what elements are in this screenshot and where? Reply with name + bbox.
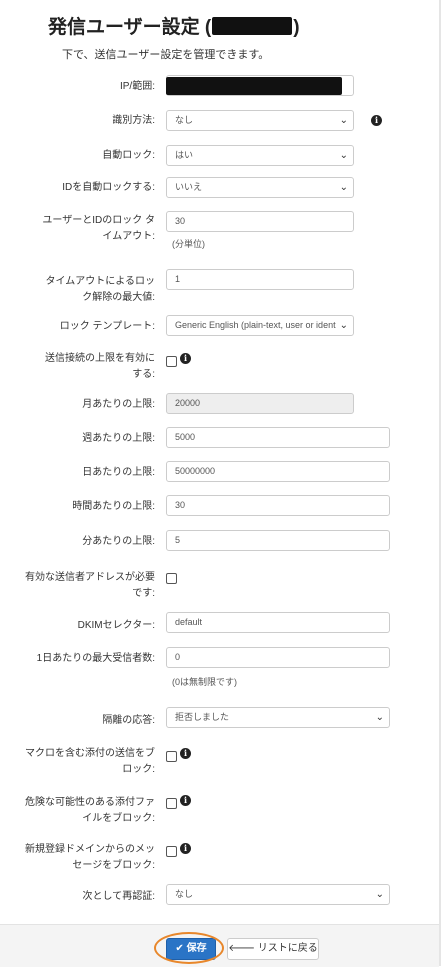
id-autolock-select[interactable]: いいえ ⌄ <box>166 177 354 198</box>
enable-limit-label-1: 送信接続の上限を有効に <box>45 353 155 364</box>
lock-timeout-hint: (分単位) <box>172 239 205 249</box>
id-autolock-value: いいえ <box>175 182 203 192</box>
daily-limit-label: 日あたりの上限: <box>82 467 155 478</box>
highlight-ring <box>154 932 224 964</box>
daily-limit-input[interactable]: 50000000 <box>166 461 390 482</box>
lock-template-select[interactable]: Generic English (plain-text, user or ide… <box>166 315 354 336</box>
unlock-max-input[interactable]: 1 <box>166 269 354 290</box>
valid-sender-checkbox[interactable] <box>166 573 177 584</box>
newdomain-block-checkbox[interactable] <box>166 846 177 857</box>
danger-block-checkbox[interactable] <box>166 798 177 809</box>
monthly-limit-input[interactable]: 20000 <box>166 393 354 414</box>
hourly-limit-input[interactable]: 30 <box>166 495 390 516</box>
enable-limit-checkbox[interactable] <box>166 356 177 367</box>
identify-label: 識別方法: <box>112 115 155 126</box>
unlock-max-label-2: ク解除の最大値: <box>82 292 155 303</box>
max-recipients-hint: (0は無制限です) <box>172 677 237 687</box>
info-icon[interactable]: i <box>180 795 191 806</box>
quarantine-response-select[interactable]: 拒否しました ⌄ <box>166 707 390 728</box>
max-recipients-label: 1日あたりの最大受信者数: <box>36 653 155 664</box>
monthly-limit-label: 月あたりの上限: <box>82 399 155 410</box>
danger-block-label-2: イルをブロック: <box>82 813 155 824</box>
autolock-label: 自動ロック: <box>102 150 155 161</box>
settings-panel: 発信ユーザー設定 () 下で、送信ユーザー設定を管理できます。 IP/範囲: 識… <box>0 0 441 967</box>
identify-method-select[interactable]: なし ⌄ <box>166 110 354 131</box>
identify-method-value: なし <box>175 115 194 125</box>
redacted-ip-value <box>166 77 342 95</box>
lock-template-label: ロック テンプレート: <box>59 321 155 332</box>
chevron-down-icon: ⌄ <box>339 150 348 161</box>
chevron-down-icon: ⌄ <box>375 889 384 900</box>
chevron-down-icon: ⌄ <box>375 712 384 723</box>
info-icon[interactable]: i <box>180 843 191 854</box>
back-to-list-button[interactable]: 🡐 リストに戻る <box>227 938 319 960</box>
redacted-user-name <box>212 17 293 35</box>
info-icon[interactable]: i <box>180 748 191 759</box>
quarantine-label: 隔離の応答: <box>102 715 155 726</box>
unlock-max-label-1: タイムアウトによるロッ <box>45 276 156 287</box>
lock-timeout-label-2: イムアウト: <box>102 231 155 242</box>
macro-block-label-1: マクロを含む添付の送信をブ <box>25 748 155 759</box>
page-title-close: ) <box>293 17 300 38</box>
chevron-down-icon: ⌄ <box>337 316 348 335</box>
hourly-limit-label: 時間あたりの上限: <box>72 501 155 512</box>
autolock-select[interactable]: はい ⌄ <box>166 145 354 166</box>
enable-limit-label-2: する: <box>132 369 155 380</box>
info-icon[interactable]: i <box>180 353 191 364</box>
lock-template-value: Generic English (plain-text, user or ide… <box>175 320 336 330</box>
minute-limit-label: 分あたりの上限: <box>82 536 155 547</box>
dkim-label: DKIMセレクター: <box>77 620 155 631</box>
weekly-limit-label: 週あたりの上限: <box>82 433 155 444</box>
quarantine-response-value: 拒否しました <box>175 712 230 722</box>
lock-timeout-input[interactable]: 30 <box>166 211 354 232</box>
back-button-label: リストに戻る <box>257 943 318 954</box>
arrow-left-icon: 🡐 <box>228 943 256 954</box>
newdomain-block-label-2: セージをブロック: <box>72 860 155 871</box>
macro-block-checkbox[interactable] <box>166 751 177 762</box>
macro-block-label-2: ロック: <box>122 764 155 775</box>
page-subtitle: 下で、送信ユーザー設定を管理できます。 <box>62 49 270 61</box>
lock-timeout-label-1: ユーザーとIDのロック タ <box>42 215 155 226</box>
chevron-down-icon: ⌄ <box>339 182 348 193</box>
valid-sender-label-1: 有効な送信者アドレスが必要 <box>25 572 155 583</box>
page-title: 発信ユーザー設定 () <box>48 12 300 39</box>
info-icon[interactable]: i <box>371 115 382 126</box>
reauth-value: なし <box>175 889 194 899</box>
chevron-down-icon: ⌄ <box>339 115 348 126</box>
max-recipients-input[interactable]: 0 <box>166 647 390 668</box>
autolock-value: はい <box>175 150 194 160</box>
reauth-label: 次として再認証: <box>82 891 155 902</box>
id-autolock-label: IDを自動ロックする: <box>62 182 155 193</box>
valid-sender-label-2: です: <box>132 588 155 599</box>
newdomain-block-label-1: 新規登録ドメインからのメッ <box>25 844 155 855</box>
page-title-text: 発信ユーザー設定 ( <box>48 17 212 38</box>
minute-limit-input[interactable]: 5 <box>166 530 390 551</box>
reauth-select[interactable]: なし ⌄ <box>166 884 390 905</box>
danger-block-label-1: 危険な可能性のある添付ファ <box>25 797 155 808</box>
weekly-limit-input[interactable]: 5000 <box>166 427 390 448</box>
dkim-selector-input[interactable]: default <box>166 612 390 633</box>
ip-label: IP/範囲: <box>119 81 155 92</box>
